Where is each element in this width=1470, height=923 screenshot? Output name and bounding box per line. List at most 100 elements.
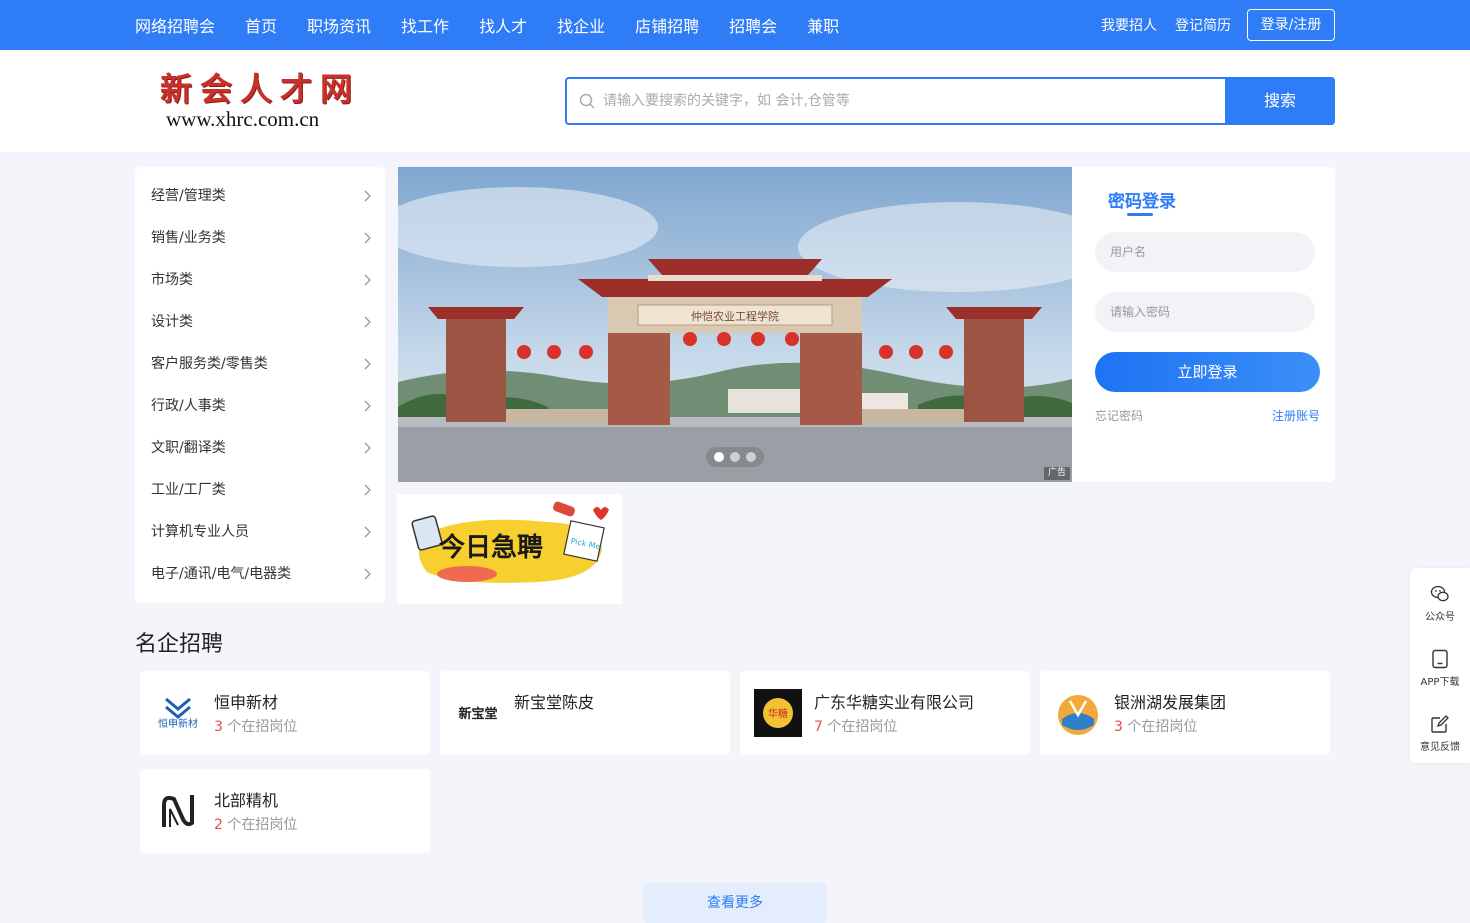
company-card-yinzhouhu[interactable]: 银洲湖发展集团 3 个在招岗位 — [1040, 671, 1330, 755]
company-card-beibu[interactable]: 北部精机 2 个在招岗位 — [140, 769, 430, 853]
open-positions: 3 个在招岗位 — [214, 716, 297, 736]
chevron-right-icon — [364, 274, 371, 286]
view-more-button[interactable]: 查看更多 — [643, 883, 827, 923]
position-count: 3 — [214, 719, 223, 735]
nav-item-home[interactable]: 首页 — [245, 13, 277, 37]
recruit-link[interactable]: 我要招人 — [1101, 15, 1157, 35]
mobile-phone-icon — [1432, 649, 1448, 669]
position-suffix: 个在招岗位 — [827, 719, 898, 735]
open-positions: 2 个在招岗位 — [214, 814, 297, 834]
carousel-dot[interactable] — [746, 452, 756, 462]
category-label: 工业/工厂类 — [151, 482, 226, 498]
category-item-admin-hr[interactable]: 行政/人事类 — [135, 385, 385, 427]
wechat-official-account-button[interactable]: 公众号 — [1410, 568, 1470, 628]
category-label: 客户服务类/零售类 — [151, 356, 268, 372]
tab-password-login[interactable]: 密码登录 — [1108, 187, 1176, 212]
banner-carousel[interactable]: 仲恺农业工程学院 广告 — [398, 167, 1072, 482]
position-suffix: 个在招岗位 — [1127, 719, 1198, 735]
username-field[interactable]: 用户名 — [1095, 232, 1315, 272]
nav-item-find-talent[interactable]: 找人才 — [479, 13, 527, 37]
category-item-computer[interactable]: 计算机专业人员 — [135, 511, 385, 553]
section-title-famous-companies: 名企招聘 — [135, 632, 224, 657]
hengshen-logo-text: 恒申新材 — [158, 717, 198, 730]
search-button[interactable]: 搜索 — [1225, 77, 1335, 125]
category-label: 行政/人事类 — [151, 398, 226, 414]
wechat-label: 公众号 — [1425, 612, 1455, 623]
site-logo[interactable]: 新会人才网 www.xhrc.com.cn — [160, 70, 360, 134]
wechat-icon — [1430, 585, 1449, 602]
chevron-right-icon — [364, 526, 371, 538]
chevron-right-icon — [364, 316, 371, 328]
company-card-xinbaotang[interactable]: 新宝堂 新宝堂陈皮 — [440, 671, 730, 755]
nav-item-job-fair[interactable]: 招聘会 — [729, 13, 777, 37]
urgent-hiring-ad[interactable]: 今日急聘 Pick Me — [397, 494, 622, 604]
company-name: 北部精机 — [214, 791, 279, 810]
feedback-label: 意见反馈 — [1420, 742, 1460, 753]
category-label: 经营/管理类 — [151, 188, 226, 204]
main-nav: 网络招聘会 首页 职场资讯 找工作 找人才 找企业 店铺招聘 招聘会 兼职 — [135, 0, 869, 50]
carousel-indicators — [706, 447, 764, 467]
edit-feedback-icon — [1431, 715, 1449, 733]
chevron-right-icon — [364, 484, 371, 496]
ad-label: 广告 — [1043, 467, 1070, 480]
nav-item-shop-jobs[interactable]: 店铺招聘 — [635, 13, 699, 37]
site-header: 新会人才网 www.xhrc.com.cn 请输入要搜索的关键字，如 会计,仓管… — [0, 50, 1470, 152]
search-box: 请输入要搜索的关键字，如 会计,仓管等 搜索 — [565, 77, 1335, 125]
huatang-logo-text: 华糖 — [768, 707, 788, 720]
huatang-logo-icon: 华糖 — [754, 689, 802, 737]
forgot-password-link[interactable]: 忘记密码 — [1095, 407, 1143, 424]
category-item-design[interactable]: 设计类 — [135, 301, 385, 343]
category-label: 市场类 — [151, 272, 193, 288]
carousel-dot[interactable] — [730, 452, 740, 462]
position-count: 3 — [1114, 719, 1123, 735]
category-label: 文职/翻译类 — [151, 440, 226, 456]
company-name: 银洲湖发展集团 — [1114, 693, 1227, 712]
category-item-sales[interactable]: 销售/业务类 — [135, 217, 385, 259]
yinzhouhu-logo-icon — [1054, 689, 1102, 737]
nav-item-find-job[interactable]: 找工作 — [401, 13, 449, 37]
company-name: 恒申新材 — [214, 693, 279, 712]
chevron-right-icon — [364, 442, 371, 454]
search-input[interactable]: 请输入要搜索的关键字，如 会计,仓管等 — [603, 79, 850, 123]
nav-item-find-company[interactable]: 找企业 — [557, 13, 605, 37]
login-submit-button[interactable]: 立即登录 — [1095, 352, 1320, 392]
gate-inscription: 仲恺农业工程学院 — [691, 309, 779, 323]
feedback-button[interactable]: 意见反馈 — [1410, 698, 1470, 758]
nav-item-part-time[interactable]: 兼职 — [807, 13, 839, 37]
category-item-customer-service[interactable]: 客户服务类/零售类 — [135, 343, 385, 385]
app-download-label: APP下载 — [1420, 677, 1460, 688]
login-panel: 密码登录 用户名 请输入密码 立即登录 忘记密码 注册账号 — [1072, 167, 1335, 482]
open-positions: 7 个在招岗位 — [814, 716, 897, 736]
register-resume-link[interactable]: 登记简历 — [1175, 15, 1231, 35]
login-register-button[interactable]: 登录/注册 — [1247, 9, 1335, 41]
category-item-industrial[interactable]: 工业/工厂类 — [135, 469, 385, 511]
position-suffix: 个在招岗位 — [227, 817, 298, 833]
register-account-link[interactable]: 注册账号 — [1272, 407, 1320, 424]
category-item-clerical[interactable]: 文职/翻译类 — [135, 427, 385, 469]
job-category-menu: 经营/管理类 销售/业务类 市场类 设计类 客户服务类/零售类 行政/人事类 文… — [135, 167, 385, 603]
nav-item-online-fair[interactable]: 网络招聘会 — [135, 13, 215, 37]
hengshen-logo-icon: 恒申新材 — [154, 689, 202, 737]
position-suffix: 个在招岗位 — [227, 719, 298, 735]
company-card-hengshen[interactable]: 恒申新材 恒申新材 3 个在招岗位 — [140, 671, 430, 755]
chevron-right-icon — [364, 190, 371, 202]
category-label: 计算机专业人员 — [151, 524, 249, 540]
position-count: 2 — [214, 817, 223, 833]
category-label: 电子/通讯/电气/电器类 — [151, 566, 292, 582]
tab-active-indicator — [1127, 213, 1153, 216]
carousel-dot-active[interactable] — [714, 452, 724, 462]
category-item-marketing[interactable]: 市场类 — [135, 259, 385, 301]
urgent-hiring-text: 今日急聘 — [439, 532, 543, 563]
company-card-huatang[interactable]: 华糖 广东华糖实业有限公司 7 个在招岗位 — [740, 671, 1030, 755]
nav-item-news[interactable]: 职场资讯 — [307, 13, 371, 37]
category-item-electronics[interactable]: 电子/通讯/电气/电器类 — [135, 553, 385, 595]
urgent-hiring-banner-image: 今日急聘 Pick Me — [397, 494, 622, 604]
beibu-logo-icon — [154, 787, 202, 835]
category-label: 销售/业务类 — [151, 230, 226, 246]
category-label: 设计类 — [151, 314, 193, 330]
password-field[interactable]: 请输入密码 — [1095, 292, 1315, 332]
open-positions: 3 个在招岗位 — [1114, 716, 1197, 736]
chevron-right-icon — [364, 358, 371, 370]
category-item-management[interactable]: 经营/管理类 — [135, 175, 385, 217]
app-download-button[interactable]: APP下载 — [1410, 633, 1470, 693]
